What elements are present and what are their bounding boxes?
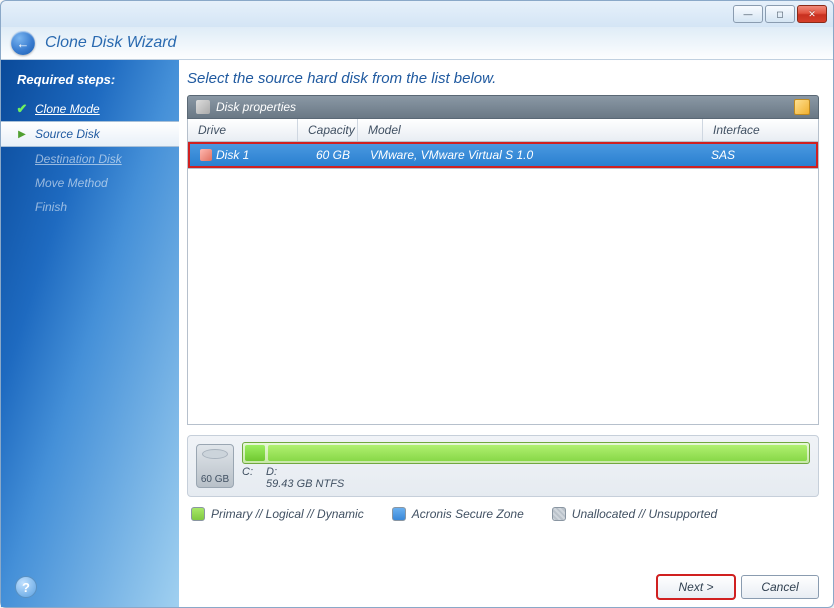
footer: ? Next > Cancel bbox=[1, 575, 833, 599]
check-icon bbox=[15, 102, 29, 116]
disk-layout-bar: 60 GB C: D: 59.43 GB NTFS bbox=[187, 435, 819, 497]
disk-icon bbox=[200, 149, 212, 161]
disk-table: Drive Capacity Model Interface Disk 1 60… bbox=[187, 119, 819, 169]
help-icon: ? bbox=[22, 580, 30, 595]
sidebar-header: Required steps: bbox=[1, 72, 179, 97]
disk-total-size: 60 GB bbox=[201, 474, 229, 485]
header: ← Clone Disk Wizard bbox=[1, 27, 833, 60]
col-interface[interactable]: Interface bbox=[703, 119, 818, 141]
cell-capacity: 60 GB bbox=[300, 146, 360, 164]
panel-title-bar: Disk properties bbox=[187, 95, 819, 119]
step-source-disk[interactable]: Source Disk bbox=[1, 121, 179, 147]
arrow-icon bbox=[15, 127, 29, 141]
close-icon: ✕ bbox=[808, 9, 816, 20]
cell-interface: SAS bbox=[701, 146, 816, 164]
partition-d[interactable] bbox=[268, 445, 807, 461]
col-capacity[interactable]: Capacity bbox=[298, 119, 358, 141]
table-header: Drive Capacity Model Interface bbox=[188, 119, 818, 142]
partition-track[interactable] bbox=[242, 442, 810, 464]
sidebar: Required steps: Clone Mode Source Disk D… bbox=[1, 60, 179, 607]
help-button[interactable]: ? bbox=[15, 576, 37, 598]
step-label: Finish bbox=[35, 200, 67, 214]
col-model[interactable]: Model bbox=[358, 119, 703, 141]
legend-secure: Acronis Secure Zone bbox=[392, 507, 524, 521]
next-button[interactable]: Next > bbox=[657, 575, 735, 599]
cell-model: VMware, VMware Virtual S 1.0 bbox=[360, 146, 701, 164]
cancel-button[interactable]: Cancel bbox=[741, 575, 819, 599]
step-clone-mode[interactable]: Clone Mode bbox=[1, 97, 179, 121]
wizard-window: — ◻ ✕ ← Clone Disk Wizard Required steps… bbox=[0, 0, 834, 608]
step-label: Move Method bbox=[35, 176, 108, 190]
step-finish: Finish bbox=[1, 195, 179, 219]
partition-c-label: C: bbox=[242, 466, 266, 490]
wizard-title: Clone Disk Wizard bbox=[45, 34, 176, 52]
step-label: Clone Mode bbox=[35, 102, 100, 116]
partition-c[interactable] bbox=[245, 445, 265, 461]
maximize-button[interactable]: ◻ bbox=[765, 5, 795, 23]
disk-cylinder-icon: 60 GB bbox=[196, 444, 234, 488]
minimize-icon: — bbox=[744, 9, 753, 19]
panel-title-label: Disk properties bbox=[216, 100, 296, 114]
table-row[interactable]: Disk 1 60 GB VMware, VMware Virtual S 1.… bbox=[188, 142, 818, 168]
partition-d-label: D: bbox=[266, 466, 277, 478]
swatch-primary-icon bbox=[191, 507, 205, 521]
step-label: Destination Disk bbox=[35, 152, 122, 166]
table-body-empty bbox=[187, 169, 819, 425]
close-button[interactable]: ✕ bbox=[797, 5, 827, 23]
legend-unallocated: Unallocated // Unsupported bbox=[552, 507, 717, 521]
legend-primary: Primary // Logical // Dynamic bbox=[191, 507, 364, 521]
swatch-unalloc-icon bbox=[552, 507, 566, 521]
step-label: Source Disk bbox=[35, 127, 100, 141]
swatch-secure-icon bbox=[392, 507, 406, 521]
maximize-icon: ◻ bbox=[776, 9, 783, 20]
cell-drive: Disk 1 bbox=[190, 146, 300, 164]
col-drive[interactable]: Drive bbox=[188, 119, 298, 141]
step-destination-disk[interactable]: Destination Disk bbox=[1, 147, 179, 171]
minimize-button[interactable]: — bbox=[733, 5, 763, 23]
partition-d-size: 59.43 GB NTFS bbox=[266, 478, 344, 490]
back-button[interactable]: ← bbox=[11, 31, 35, 55]
back-arrow-icon: ← bbox=[17, 36, 30, 51]
disk-properties-icon bbox=[196, 100, 210, 114]
legend: Primary // Logical // Dynamic Acronis Se… bbox=[187, 507, 819, 521]
instruction-text: Select the source hard disk from the lis… bbox=[187, 70, 819, 87]
step-move-method: Move Method bbox=[1, 171, 179, 195]
main-content: Select the source hard disk from the lis… bbox=[179, 60, 833, 607]
column-chooser-icon[interactable] bbox=[794, 99, 810, 115]
titlebar: — ◻ ✕ bbox=[1, 1, 833, 27]
